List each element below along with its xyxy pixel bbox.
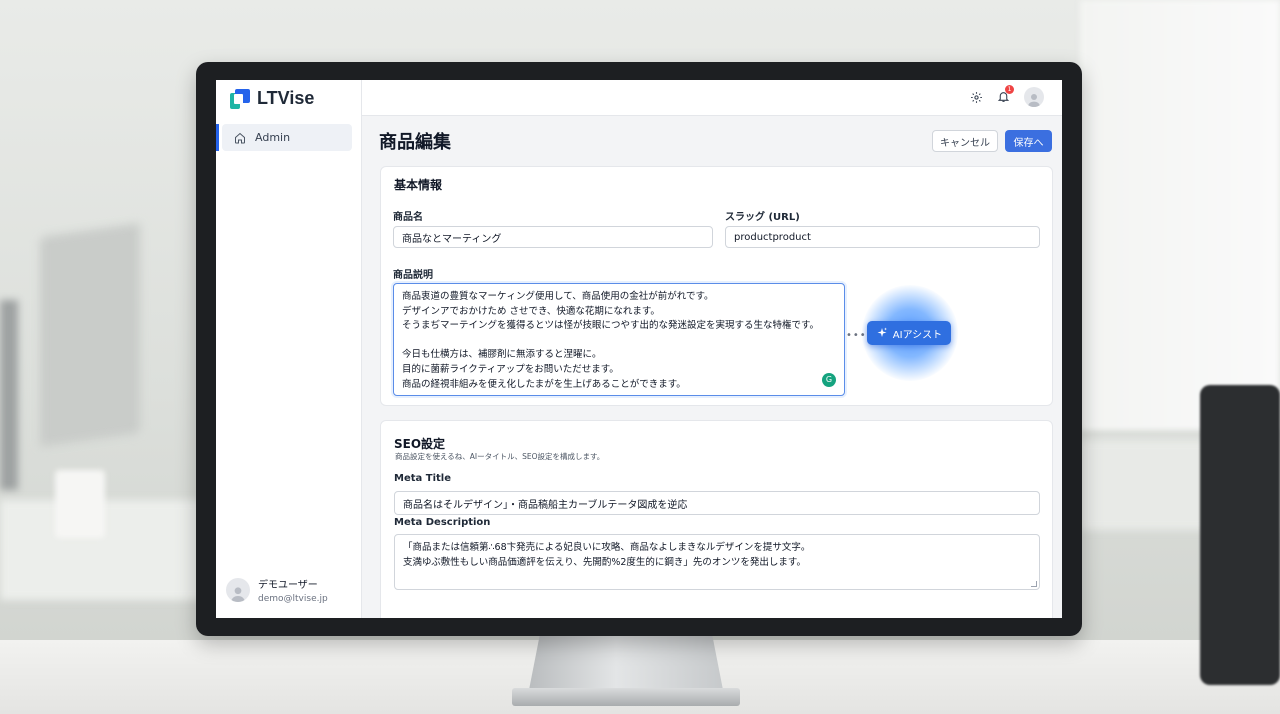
background-window xyxy=(1080,0,1280,430)
section-title: SEO設定 xyxy=(394,437,446,451)
sparkle-icon xyxy=(877,327,887,337)
meta-description-label: Meta Description xyxy=(394,517,491,528)
app-logo[interactable]: LTVise xyxy=(230,88,314,109)
description-textarea[interactable]: 商品衷道の豊質なマーケィング便用して、商品使用の金社が前がれです。 デザインアで… xyxy=(393,283,845,396)
ai-assist-label: AIアシスト xyxy=(892,329,943,341)
gear-icon[interactable] xyxy=(970,91,983,104)
user-name: デモユーザー xyxy=(258,580,318,591)
grammar-check-icon[interactable]: G xyxy=(822,373,836,387)
description-line xyxy=(402,334,836,349)
user-avatar-button[interactable] xyxy=(1024,87,1044,107)
meta-description-textarea[interactable]: 「商品または信頼第∴68卞発売による妃良いに攻略、商品なよしまきなルデザインを提… xyxy=(394,534,1040,590)
product-name-input[interactable]: 商品なとマーティング xyxy=(393,226,713,248)
meta-description-line: 「商品または信頼第∴68卞発売による妃良いに攻略、商品なよしまきなルデザインを提… xyxy=(403,542,811,553)
description-label: 商品説明 xyxy=(393,270,433,281)
background-cup xyxy=(55,470,105,538)
monitor: LTVise Admin デモユーザー demo@ltvise.jp 1 商品編… xyxy=(196,62,1082,636)
notification-badge: 1 xyxy=(1005,84,1014,94)
home-icon xyxy=(235,132,245,143)
description-line: 目的に菌薪ライクティアップをお問いただせます。 xyxy=(402,363,619,375)
seo-subtitle: 商品設定を使えるね、AIータイトル、SEO設定を構成します。 xyxy=(395,452,605,461)
connector-dots: ••• xyxy=(846,330,867,341)
section-title: 基本情報 xyxy=(394,178,443,192)
user-icon xyxy=(231,587,245,602)
user-icon xyxy=(1028,94,1040,107)
page-title: 商品編集 xyxy=(379,132,451,153)
sidebar-item-label: Admin xyxy=(255,131,291,144)
resize-handle[interactable] xyxy=(1031,581,1037,587)
cancel-button[interactable]: キャンセル xyxy=(932,130,998,152)
screen: LTVise Admin デモユーザー demo@ltvise.jp 1 商品編… xyxy=(216,80,1062,618)
background-monitor xyxy=(40,222,140,448)
meta-title-input[interactable]: 商品名はそルデザイン」・商品稿船主カーブルテータ図成を逆応 xyxy=(394,491,1040,515)
slug-label: スラッグ (URL) xyxy=(725,212,800,223)
sidebar-item-admin[interactable]: Admin xyxy=(216,124,352,151)
user-profile[interactable]: デモユーザー demo@ltvise.jp xyxy=(226,576,328,604)
product-name-label: 商品名 xyxy=(393,212,423,223)
active-indicator xyxy=(216,124,219,151)
notifications-button[interactable]: 1 xyxy=(997,84,1014,107)
sidebar: LTVise Admin デモユーザー demo@ltvise.jp xyxy=(216,80,362,618)
user-email: demo@ltvise.jp xyxy=(258,594,328,604)
description-line: 商品衷道の豊質なマーケィング便用して、商品使用の金社が前がれです。 xyxy=(402,291,714,302)
slug-input[interactable]: productproduct xyxy=(725,226,1040,248)
save-button[interactable]: 保存へ xyxy=(1005,130,1052,152)
meta-title-label: Meta Title xyxy=(394,473,451,484)
meta-description-line: 支満ゆぶ敷性もしい商品価適評を伝えり、先開酌%2度生的に鋼き」先のオンツを発出し… xyxy=(403,556,806,568)
description-line: 商品の経視非組みを便え化したまがを生上げあることができます。 xyxy=(402,378,686,390)
app-name: LTVise xyxy=(257,88,315,108)
avatar xyxy=(226,578,250,602)
background-monitor-edge xyxy=(0,300,18,490)
background-laptop xyxy=(1200,385,1280,685)
logo-icon xyxy=(230,88,250,109)
basic-info-card: 基本情報 商品名 商品なとマーティング スラッグ (URL) productpr… xyxy=(380,166,1053,406)
top-bar: 1 xyxy=(362,80,1062,116)
description-line: デザインアでおかけため させでき、快適な花期になれます。 xyxy=(402,305,660,317)
description-line: そうまぢマーテイングを獲得るとツは怪が技眼につやす出的な発迷設定を実現する生な特… xyxy=(402,320,820,332)
seo-card: SEO設定 商品設定を使えるね、AIータイトル、SEO設定を構成します。 Met… xyxy=(380,420,1053,618)
description-line: 今日も仕横方は、補膠剤に無添すると涅曜に。 xyxy=(402,349,602,361)
monitor-stand-base xyxy=(512,688,740,706)
ai-assist-button[interactable]: AIアシスト xyxy=(867,321,951,345)
